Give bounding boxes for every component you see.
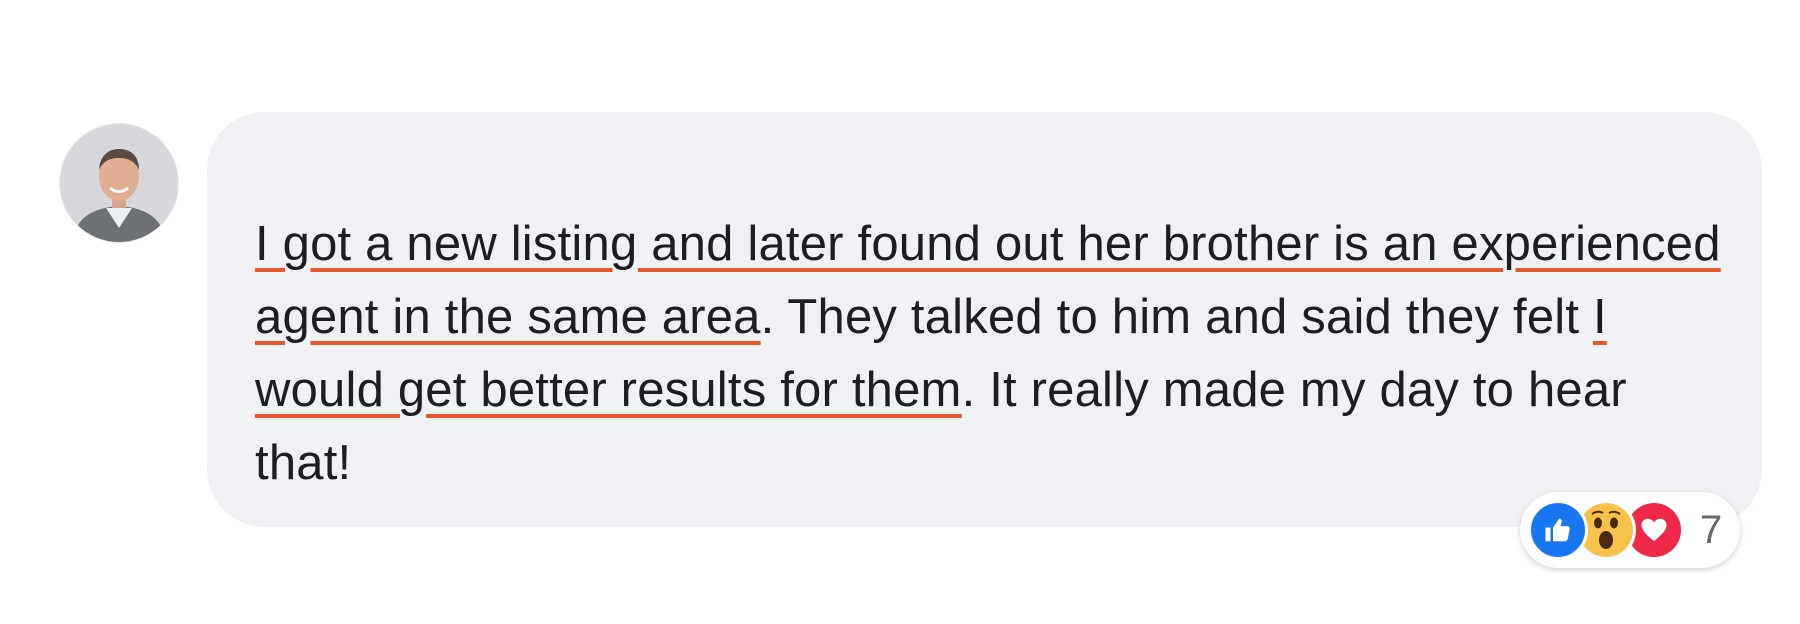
comment-bubble: I got a new listing and later found out … xyxy=(207,112,1762,527)
comment-text-segment: . They talked to him and said they felt xyxy=(760,290,1594,344)
reaction-count: 7 xyxy=(1700,507,1723,552)
like-icon xyxy=(1528,500,1588,560)
comment-text: I got a new listing and later found out … xyxy=(255,208,1735,500)
reactions-summary[interactable]: 7 xyxy=(1520,492,1741,568)
avatar[interactable] xyxy=(60,124,178,242)
